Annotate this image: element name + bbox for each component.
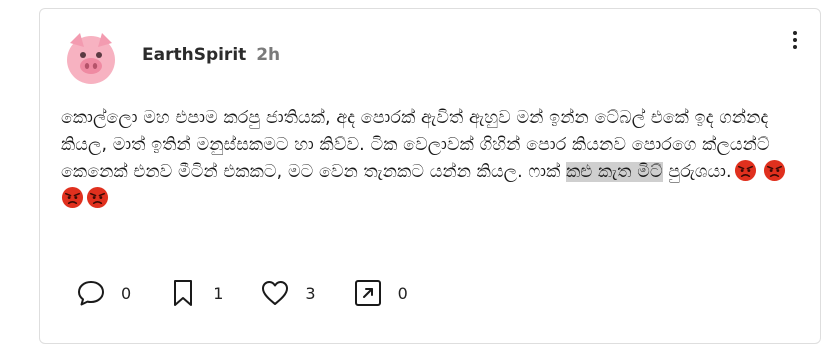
like-count: 3 <box>305 283 316 303</box>
comment-button[interactable]: 0 <box>75 277 131 309</box>
pig-avatar-icon[interactable] <box>62 29 120 87</box>
post-text-end: පුරුශයා. <box>662 162 732 182</box>
like-button[interactable]: 3 <box>259 277 316 309</box>
angry-face-emoji <box>763 159 785 182</box>
more-options-icon[interactable] <box>788 29 802 51</box>
share-icon <box>354 280 381 306</box>
post-time: 2h <box>256 45 281 65</box>
angry-face-emoji <box>86 186 109 209</box>
bookmark-count: 1 <box>213 283 224 303</box>
post-author-line: EarthSpirit 2h <box>142 45 280 65</box>
post-actions-bar: 0 1 3 0 <box>75 277 444 309</box>
share-count: 0 <box>397 283 408 303</box>
bookmark-button[interactable]: 1 <box>167 277 223 309</box>
post-body: කොල්ලො මහ එපාම කරපු ජාතියක්, අද පොරක් ඇව… <box>61 105 796 213</box>
bookmark-icon <box>174 280 193 306</box>
post-card: EarthSpirit 2h කොල්ලො මහ එපාම කරපු ජාතිය… <box>39 8 821 344</box>
angry-face-emoji <box>61 186 84 209</box>
highlighted-text: කළු කැත මිට් <box>566 162 663 182</box>
share-button[interactable]: 0 <box>352 277 408 309</box>
author-name[interactable]: EarthSpirit <box>142 45 246 65</box>
angry-face-emoji <box>734 159 756 182</box>
comment-count: 0 <box>121 283 132 303</box>
heart-icon <box>262 281 289 305</box>
comment-icon <box>78 281 104 306</box>
